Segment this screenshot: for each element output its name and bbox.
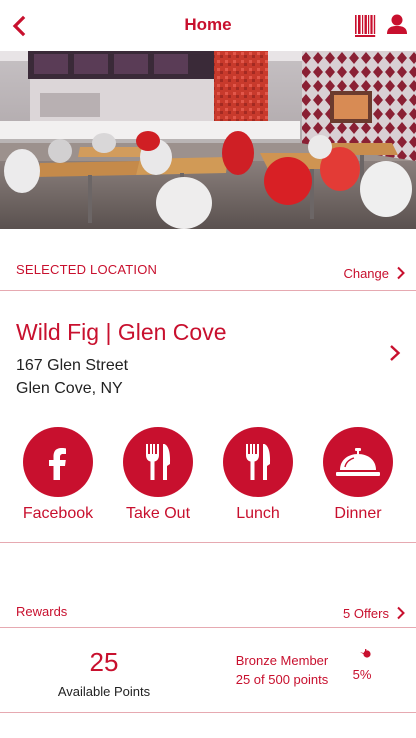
change-location-button[interactable]: Change <box>330 263 406 283</box>
take-out-button[interactable]: Take Out <box>113 427 203 523</box>
available-points-value: 25 <box>89 647 119 677</box>
divider <box>0 627 416 628</box>
facebook-label: Facebook <box>22 505 94 522</box>
barcode-icon[interactable] <box>355 15 377 37</box>
rewards-label: Rewards <box>16 604 68 619</box>
progress-percent: 5% <box>352 667 372 682</box>
address-line-1: 167 Glen Street <box>16 357 129 374</box>
top-bar: Home <box>0 0 416 51</box>
progress-pie-chart <box>360 649 371 659</box>
address-line-2: Glen Cove, NY <box>16 380 123 397</box>
selected-location-label: SELECTED LOCATION <box>16 262 158 277</box>
change-location-label: Change <box>343 265 389 281</box>
available-points-label: Available Points <box>57 684 151 699</box>
fork-knife-icon <box>123 427 193 497</box>
chevron-right-icon <box>390 345 401 361</box>
member-progress-text: 25 of 500 points <box>235 672 329 687</box>
take-out-label: Take Out <box>125 505 191 522</box>
divider <box>0 542 416 543</box>
restaurant-name: Wild Fig | Glen Cove <box>16 319 227 345</box>
lunch-label: Lunch <box>236 505 280 522</box>
chevron-right-icon <box>397 606 405 620</box>
facebook-button[interactable]: Facebook <box>13 427 103 523</box>
member-tier: Bronze Member <box>235 653 329 668</box>
divider <box>0 712 416 713</box>
restaurant-hero-image <box>0 51 416 229</box>
chevron-left-icon[interactable] <box>8 13 32 39</box>
user-icon[interactable] <box>386 13 408 37</box>
restaurant-details[interactable]: Wild Fig | Glen Cove 167 Glen Street Gle… <box>0 291 416 411</box>
dinner-button[interactable]: Dinner <box>313 427 403 523</box>
lunch-button[interactable]: Lunch <box>213 427 303 523</box>
offers-label: 5 Offers <box>342 605 389 621</box>
dinner-label: Dinner <box>334 505 382 522</box>
offers-button[interactable]: 5 Offers <box>330 603 406 623</box>
chevron-right-icon <box>397 266 405 280</box>
page-title: Home <box>184 15 232 34</box>
facebook-icon <box>23 427 93 497</box>
fork-knife-icon <box>223 427 293 497</box>
service-bell-icon <box>323 427 393 497</box>
